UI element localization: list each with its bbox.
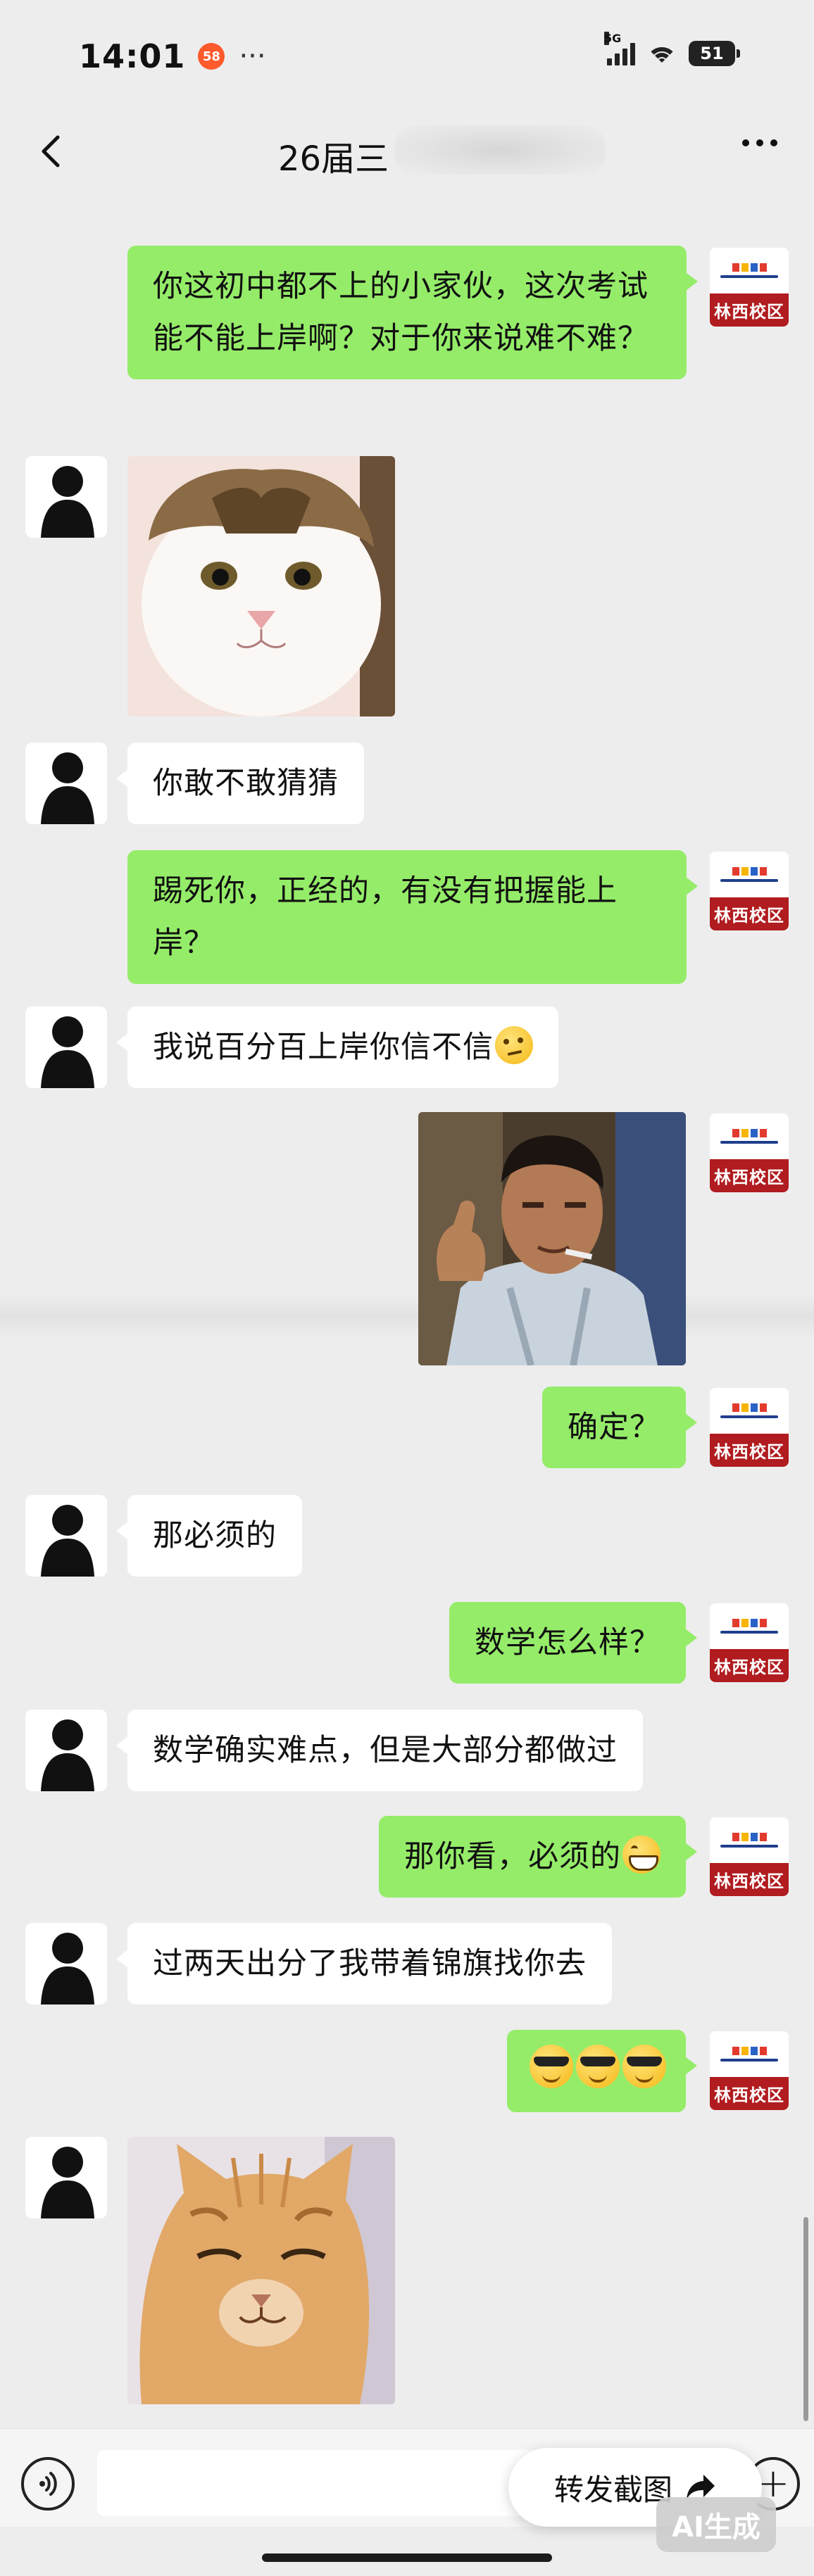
voice-input-icon[interactable]	[21, 2457, 75, 2511]
grumpy-cat-sticker[interactable]	[127, 456, 395, 716]
contact-avatar[interactable]	[25, 1495, 107, 1577]
wifi-icon	[646, 42, 677, 65]
avatar-label: 林西校区	[710, 1648, 789, 1682]
man-thumbs-up-sticker[interactable]	[418, 1112, 686, 1365]
more-options-icon[interactable]	[742, 139, 777, 146]
cellular-signal-icon: 5G	[604, 32, 635, 65]
message-bubble[interactable]: 我说百分百上岸你信不信	[116, 1006, 558, 1088]
avatar-label: 林西校区	[710, 2076, 789, 2110]
forward-screenshot-label: 转发截图	[553, 2472, 672, 2507]
chat-title: 26届三	[278, 139, 389, 179]
contact-avatar[interactable]	[25, 2137, 107, 2218]
message-bubble[interactable]	[507, 2030, 697, 2112]
avatar-label: 林西校区	[710, 1862, 789, 1896]
message-text: 我说百分百上岸你信不信	[153, 1030, 494, 1065]
status-bar: 14:01 58 ··· 5G 51	[0, 0, 814, 113]
smirk-emoji-icon	[495, 1026, 533, 1064]
cool-emoji-icon	[576, 2045, 620, 2088]
battery-icon: 51	[689, 41, 740, 66]
message-bubble[interactable]: 踢死你，正经的，有没有把握能上岸？	[127, 850, 698, 984]
contact-avatar[interactable]	[25, 1923, 107, 2004]
message-list: 林西校区 你这初中都不上的小家伙，这次考试能不能上岸啊？对于你来说难不难？ 你敢…	[0, 0, 814, 2576]
self-avatar[interactable]: 林西校区	[708, 246, 790, 328]
self-avatar[interactable]: 林西校区	[708, 2030, 790, 2111]
message-bubble[interactable]: 数学怎么样？	[449, 1602, 697, 1684]
contact-avatar[interactable]	[25, 743, 107, 824]
network-type: 5G	[604, 32, 622, 45]
contact-avatar[interactable]	[25, 456, 107, 538]
message-text: 那你看，必须的	[404, 1839, 621, 1874]
self-avatar[interactable]: 林西校区	[708, 1602, 790, 1684]
self-avatar[interactable]: 林西校区	[708, 1816, 790, 1898]
message-bubble[interactable]: 你这初中都不上的小家伙，这次考试能不能上岸啊？对于你来说难不难？	[127, 246, 698, 379]
contact-avatar[interactable]	[25, 1006, 107, 1088]
avatar-label: 林西校区	[710, 293, 789, 327]
avatar-label: 林西校区	[710, 897, 789, 930]
message-bubble[interactable]: 你敢不敢猜猜	[116, 743, 364, 824]
self-avatar[interactable]: 林西校区	[708, 1387, 790, 1468]
status-indicators: 5G 51	[604, 32, 740, 66]
message-bubble[interactable]: 确定？	[542, 1387, 697, 1468]
self-avatar[interactable]: 林西校区	[708, 850, 790, 932]
back-arrow-icon[interactable]	[34, 135, 66, 168]
scrollbar[interactable]	[803, 2217, 808, 2421]
contact-avatar[interactable]	[25, 1710, 107, 1791]
avatar-label: 林西校区	[710, 1158, 789, 1192]
home-indicator[interactable]	[262, 2553, 552, 2562]
app-58-icon: 58	[198, 43, 225, 70]
screenshot-seam	[0, 1295, 814, 1337]
message-bubble[interactable]: 过两天出分了我带着锦旗找你去	[116, 1923, 612, 2004]
smug-orange-cat-sticker[interactable]	[127, 2137, 395, 2404]
cool-emoji-icon	[622, 2045, 666, 2088]
message-bubble[interactable]: 那你看，必须的	[379, 1816, 697, 1898]
more-notifications-icon: ···	[239, 40, 266, 72]
avatar-label: 林西校区	[710, 1433, 789, 1467]
message-bubble[interactable]: 数学确实难点，但是大部分都做过	[116, 1710, 643, 1791]
title-redaction	[394, 125, 606, 175]
chat-header: 26届三	[0, 113, 814, 190]
message-bubble[interactable]: 那必须的	[116, 1495, 302, 1577]
grin-emoji-icon	[622, 1836, 660, 1874]
ai-generated-badge: AI生成	[656, 2497, 776, 2552]
cool-emoji-icon	[530, 2045, 573, 2088]
status-time: 14:01	[79, 37, 186, 75]
self-avatar[interactable]: 林西校区	[708, 1112, 790, 1194]
